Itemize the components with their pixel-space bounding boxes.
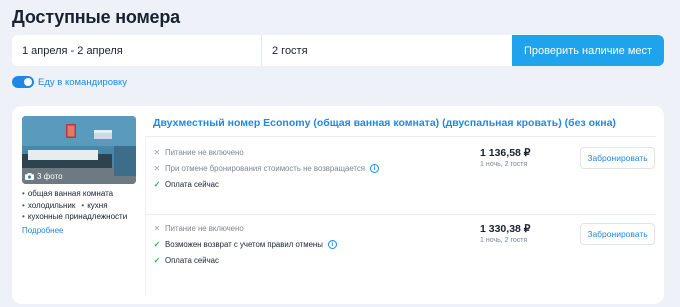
rate-option: ✕ Питание не включено ✕ При отмене брони… xyxy=(153,144,658,204)
check-icon: ✓ xyxy=(153,240,161,249)
rate-option: ✕ Питание не включено ✓ Возможен возврат… xyxy=(153,220,658,280)
price: 1 136,58 ₽ xyxy=(480,147,531,159)
business-trip-toggle[interactable] xyxy=(12,76,34,88)
condition-row: ✓ Возможен возврат с учетом правил отмен… xyxy=(153,240,337,249)
condition-text: Питание не включено xyxy=(165,224,244,233)
amenity-row: холодильник кухня xyxy=(22,200,127,212)
amenity-item: кухонные принадлежности xyxy=(22,211,127,223)
amenity-item: холодильник xyxy=(22,200,76,212)
price: 1 330,38 ₽ xyxy=(480,223,531,235)
info-icon[interactable]: i xyxy=(370,164,380,173)
business-trip-row: Еду в командировку xyxy=(12,76,127,88)
price-note: 1 ночь, 2 гостя xyxy=(480,161,528,168)
room-title[interactable]: Двухместный номер Economy (общая ванная … xyxy=(153,117,616,129)
photo-count-badge: 3 фото xyxy=(25,172,63,181)
toggle-knob xyxy=(24,78,32,86)
room-card: 3 фото общая ванная комната холодильник … xyxy=(12,106,664,304)
condition-text: Оплата сейчас xyxy=(165,256,219,265)
amenities-list: общая ванная комната холодильник кухня к… xyxy=(22,188,127,223)
photo-count: 3 фото xyxy=(37,172,63,181)
search-bar: 1 апреля - 2 апреля 2 гостя Проверить на… xyxy=(12,35,664,66)
dates-field[interactable]: 1 апреля - 2 апреля xyxy=(12,35,262,66)
condition-row: ✕ Питание не включено xyxy=(153,224,244,233)
condition-text: Питание не включено xyxy=(165,148,244,157)
book-button[interactable]: Забронировать xyxy=(580,223,655,245)
cross-icon: ✕ xyxy=(153,224,161,233)
price-note: 1 ночь, 2 гостя xyxy=(480,237,528,244)
check-icon: ✓ xyxy=(153,256,161,265)
room-photo[interactable]: 3 фото xyxy=(22,116,136,184)
divider xyxy=(145,136,656,137)
condition-text: При отмене бронирования стоимость не воз… xyxy=(165,164,366,173)
guests-field[interactable]: 2 гостя xyxy=(262,35,512,66)
condition-row: ✕ При отмене бронирования стоимость не в… xyxy=(153,164,380,173)
condition-text: Возможен возврат с учетом правил отмены xyxy=(165,240,323,249)
check-icon: ✓ xyxy=(153,180,161,189)
cross-icon: ✕ xyxy=(153,148,161,157)
amenity-item: кухня xyxy=(81,200,107,212)
book-button[interactable]: Забронировать xyxy=(580,147,655,169)
condition-row: ✓ Оплата сейчас xyxy=(153,180,219,189)
business-trip-label[interactable]: Еду в командировку xyxy=(38,77,127,88)
more-details-link[interactable]: Подробнее xyxy=(22,226,64,235)
cross-icon: ✕ xyxy=(153,164,161,173)
condition-row: ✕ Питание не включено xyxy=(153,148,244,157)
camera-icon xyxy=(25,173,34,180)
divider xyxy=(145,136,146,296)
amenity-item: общая ванная комната xyxy=(22,188,127,200)
condition-text: Оплата сейчас xyxy=(165,180,219,189)
info-icon[interactable]: i xyxy=(327,240,337,249)
check-availability-button[interactable]: Проверить наличие мест xyxy=(512,35,664,66)
divider xyxy=(145,214,656,215)
page-title: Доступные номера xyxy=(12,7,180,27)
condition-row: ✓ Оплата сейчас xyxy=(153,256,219,265)
